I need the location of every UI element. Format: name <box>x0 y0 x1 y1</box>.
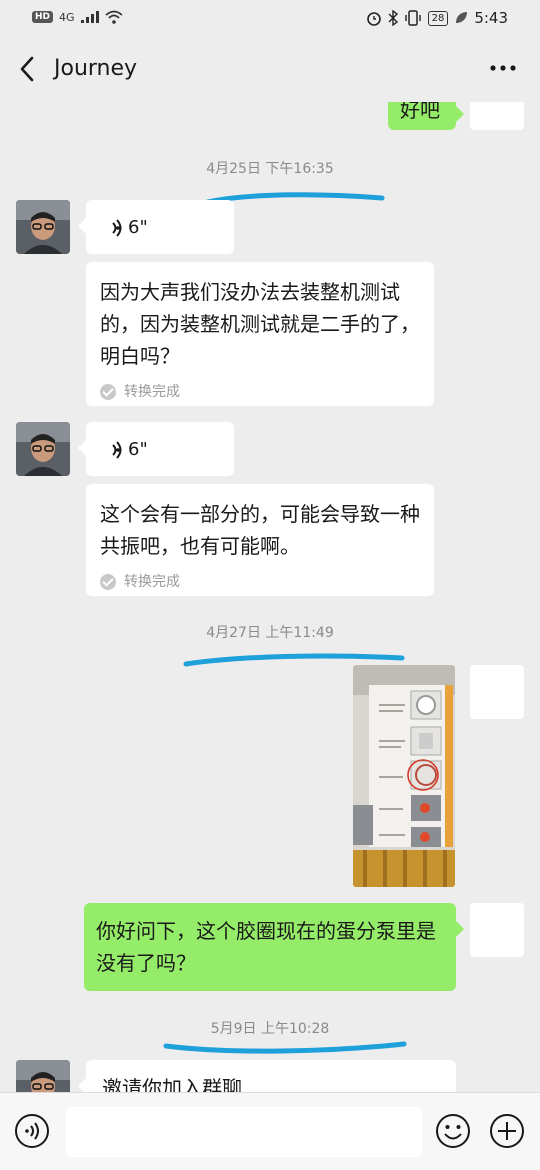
voice-wave-icon <box>112 219 122 237</box>
convert-status: 转换完成 <box>124 384 180 400</box>
my-avatar[interactable] <box>470 903 524 957</box>
emoji-icon <box>436 1114 470 1148</box>
person-photo-icon <box>16 422 70 476</box>
timestamp: 4月25日 下午16:35 <box>206 161 334 177</box>
person-photo-icon <box>16 200 70 254</box>
status-bar: HD 4G 28 5:43 <box>0 0 540 36</box>
voice-message[interactable]: 6" <box>78 200 234 254</box>
message-list[interactable]: 好吧 4月25日 下午16:35 6" 因为大声我们没办法去装整机测试的，因为装… <box>0 102 540 1092</box>
vibrate-icon <box>404 10 421 26</box>
network-type: 4G <box>59 10 75 24</box>
chat-header: Journey <box>0 36 540 102</box>
convert-status: 转换完成 <box>124 574 180 590</box>
chat-title: Journey <box>54 56 138 81</box>
image-message[interactable] <box>353 665 455 887</box>
check-icon <box>100 574 116 590</box>
clock: 5:43 <box>474 9 508 27</box>
back-arrow-icon <box>20 56 34 82</box>
check-icon <box>100 384 116 400</box>
person-photo-icon <box>16 1060 70 1092</box>
voice-duration: 6" <box>128 439 148 460</box>
contact-avatar[interactable] <box>16 1060 70 1092</box>
timestamp: 5月9日 上午10:28 <box>210 1021 330 1037</box>
leaf-icon <box>456 12 468 23</box>
voice-wave-icon <box>112 441 122 459</box>
my-avatar[interactable] <box>470 665 524 719</box>
more-dots-icon <box>490 65 516 71</box>
wifi-icon <box>104 10 123 24</box>
invite-text: 邀请你加入群聊 <box>102 1076 242 1092</box>
my-avatar[interactable] <box>470 102 524 130</box>
status-right: 28 5:43 <box>366 9 508 27</box>
plus-icon <box>490 1114 524 1148</box>
alarm-icon <box>366 12 381 26</box>
transcription-text: 因为大声我们没办法去装整机测试的，因为装整机测试就是二手的了，明白吗？ <box>100 280 420 368</box>
annotation-scribble <box>163 1041 407 1054</box>
voice-duration: 6" <box>128 217 148 238</box>
my-message-text: 你好问下，这个胶圈现在的蛋分泵里是没有了吗？ <box>96 919 436 975</box>
my-message-partial[interactable]: 好吧 <box>388 102 464 130</box>
back-button[interactable] <box>14 54 42 84</box>
invite-card[interactable]: 邀请你加入群聊 <box>78 1060 456 1092</box>
emoji-button[interactable] <box>435 1113 471 1149</box>
more-functions-button[interactable] <box>489 1113 525 1149</box>
voice-transcription[interactable]: 这个会有一部分的，可能会导致一种共振吧，也有可能啊。 转换完成 <box>86 484 434 596</box>
input-bar <box>0 1092 540 1170</box>
voice-transcription[interactable]: 因为大声我们没办法去装整机测试的，因为装整机测试就是二手的了，明白吗？ 转换完成 <box>86 262 434 406</box>
my-message[interactable]: 你好问下，这个胶圈现在的蛋分泵里是没有了吗？ <box>84 903 464 991</box>
timestamp: 4月27日 上午11:49 <box>206 625 334 641</box>
signal-icon <box>80 11 99 23</box>
voice-toggle-icon <box>15 1114 49 1148</box>
more-button[interactable] <box>488 56 518 80</box>
message-input[interactable] <box>66 1107 422 1157</box>
voice-toggle-button[interactable] <box>14 1113 50 1149</box>
transcription-text: 这个会有一部分的，可能会导致一种共振吧，也有可能啊。 <box>100 502 420 558</box>
bluetooth-icon <box>388 10 398 26</box>
status-left: HD 4G <box>32 10 123 24</box>
voice-message[interactable]: 6" <box>78 422 234 476</box>
contact-avatar[interactable] <box>16 200 70 254</box>
contact-avatar[interactable] <box>16 422 70 476</box>
battery-level: 28 <box>427 10 449 26</box>
hd-badge: HD <box>32 11 54 23</box>
product-photo <box>353 665 455 887</box>
